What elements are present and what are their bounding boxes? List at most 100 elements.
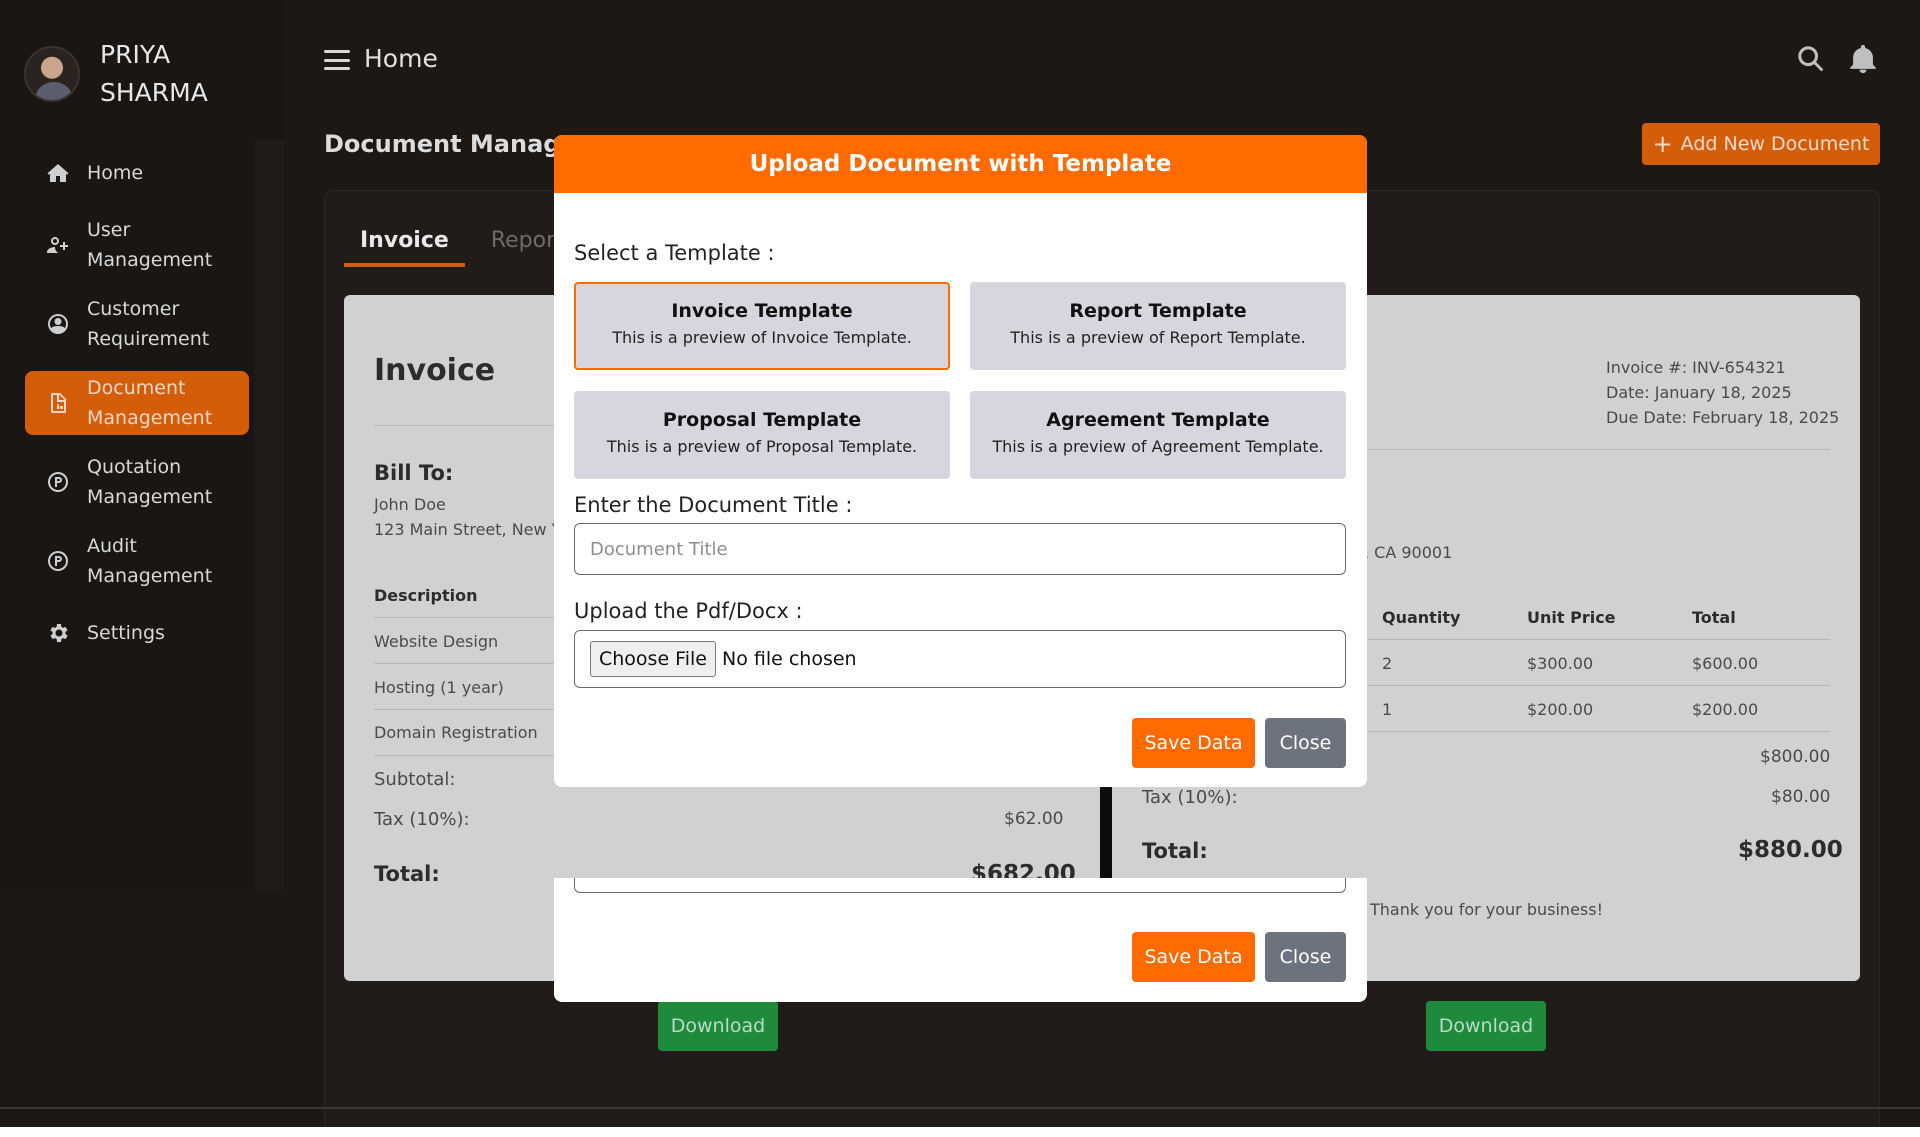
column-header-description: Description bbox=[374, 586, 478, 605]
audit-icon bbox=[45, 548, 71, 574]
template-name: Proposal Template bbox=[662, 409, 862, 431]
sidebar-item-customer-requirement[interactable]: Customer Requirement bbox=[25, 292, 249, 356]
table-row: Hosting (1 year) bbox=[374, 678, 504, 697]
user-first-name: PRIYA bbox=[100, 40, 171, 69]
upload-file-label: Upload the Pdf/Docx : bbox=[574, 599, 803, 623]
column-header-unit-price: Unit Price bbox=[1527, 608, 1616, 627]
select-template-label: Select a Template : bbox=[574, 241, 775, 265]
invoice-number: Invoice #: INV-654321 bbox=[1606, 358, 1786, 377]
sidebar-item-home[interactable]: Home bbox=[25, 148, 249, 198]
total-label: Total: bbox=[1142, 839, 1208, 863]
client-address-tail: , CA 90001 bbox=[1364, 543, 1453, 562]
gear-icon bbox=[45, 620, 71, 646]
table-row: Website Design bbox=[374, 632, 499, 651]
template-description: This is a preview of Invoice Template. bbox=[612, 328, 912, 347]
sidebar-scroll-strip bbox=[254, 140, 284, 890]
column-header-total: Total bbox=[1692, 608, 1736, 627]
template-description: This is a preview of Report Template. bbox=[1010, 328, 1306, 347]
quotation-icon bbox=[45, 469, 71, 495]
template-name: Agreement Template bbox=[1046, 409, 1270, 431]
template-name: Invoice Template bbox=[671, 300, 853, 322]
column-header-quantity: Quantity bbox=[1382, 608, 1461, 627]
thank-you-note: Thank you for your business! bbox=[1370, 900, 1603, 919]
user-last-name: SHARMA bbox=[100, 78, 208, 107]
sidebar-item-label: Quotation Management bbox=[87, 456, 213, 508]
tab-invoice[interactable]: Invoice bbox=[344, 228, 465, 267]
document-title-label: Enter the Document Title : bbox=[574, 493, 853, 517]
document-tabs: Invoice Report bbox=[344, 228, 590, 267]
preview-divider bbox=[1100, 770, 1112, 890]
bell-icon[interactable] bbox=[1846, 42, 1880, 76]
bottom-border bbox=[0, 1107, 1920, 1109]
hamburger-menu-icon[interactable] bbox=[324, 50, 350, 70]
document-icon bbox=[45, 390, 71, 416]
invoice-heading: Invoice bbox=[374, 353, 496, 388]
download-button-invoice-right[interactable]: Download bbox=[1426, 1001, 1546, 1051]
user-plus-icon bbox=[45, 232, 71, 258]
tax-label: Tax (10%): bbox=[374, 809, 470, 830]
sidebar-item-user-management[interactable]: User Management bbox=[25, 213, 249, 277]
table-cell-qty: 2 bbox=[1382, 654, 1393, 673]
choose-file-button[interactable]: Choose File bbox=[590, 641, 716, 677]
template-card-proposal[interactable]: Proposal Template This is a preview of P… bbox=[574, 391, 950, 479]
file-input-edge bbox=[574, 878, 1346, 893]
avatar bbox=[24, 46, 80, 102]
tax-label: Tax (10%): bbox=[1142, 787, 1238, 808]
sidebar: PRIYA SHARMA Home User Management Custom… bbox=[0, 0, 284, 890]
template-card-invoice[interactable]: Invoice Template This is a preview of In… bbox=[574, 282, 950, 370]
close-button[interactable]: Close bbox=[1265, 718, 1346, 768]
plus-icon: + bbox=[1652, 130, 1673, 158]
sidebar-item-label: Home bbox=[87, 162, 144, 184]
table-cell-total: $600.00 bbox=[1692, 654, 1759, 673]
template-description: This is a preview of Agreement Template. bbox=[992, 437, 1324, 456]
document-title-input[interactable] bbox=[574, 523, 1346, 575]
sidebar-item-label: Audit Management bbox=[87, 535, 213, 587]
sidebar-item-document-management[interactable]: Document Management bbox=[25, 371, 249, 435]
table-cell-unit-price: $200.00 bbox=[1527, 700, 1594, 719]
user-profile[interactable]: PRIYA SHARMA bbox=[24, 36, 240, 112]
close-button-secondary[interactable]: Close bbox=[1265, 932, 1346, 982]
sidebar-item-label: Customer Requirement bbox=[87, 298, 210, 350]
template-card-agreement[interactable]: Agreement Template This is a preview of … bbox=[970, 391, 1346, 479]
file-status-text: No file chosen bbox=[721, 648, 857, 670]
upload-modal-background-copy: Save Data Close bbox=[554, 878, 1367, 1002]
template-description: This is a preview of Proposal Template. bbox=[606, 437, 918, 456]
table-cell-unit-price: $300.00 bbox=[1527, 654, 1594, 673]
tax-value: $62.00 bbox=[1004, 809, 1064, 829]
table-cell-qty: 1 bbox=[1382, 700, 1393, 719]
total-label: Total: bbox=[374, 862, 440, 886]
upload-document-modal: Upload Document with Template Select a T… bbox=[554, 135, 1367, 787]
save-data-button[interactable]: Save Data bbox=[1132, 718, 1255, 768]
subtotal-label: Subtotal: bbox=[374, 769, 456, 790]
search-icon[interactable] bbox=[1794, 42, 1828, 76]
top-bar: Home bbox=[284, 0, 1920, 120]
modal-title: Upload Document with Template bbox=[554, 135, 1367, 193]
sidebar-item-quotation-management[interactable]: Quotation Management bbox=[25, 450, 249, 514]
sidebar-nav: Home User Management Customer Requirement … bbox=[25, 148, 249, 673]
sidebar-item-label: Settings bbox=[87, 622, 165, 644]
topbar-title: Home bbox=[364, 44, 438, 73]
subtotal-value: $800.00 bbox=[1760, 747, 1831, 767]
client-name: John Doe bbox=[374, 495, 446, 514]
customer-icon bbox=[45, 311, 71, 337]
tax-value: $80.00 bbox=[1771, 787, 1831, 807]
invoice-meta: Invoice #: INV-654321 Date: January 18, … bbox=[1606, 355, 1839, 430]
app-window: PRIYA SHARMA Home User Management Custom… bbox=[0, 0, 1920, 1127]
sidebar-item-label: Document Management bbox=[87, 377, 213, 429]
table-row: Domain Registration bbox=[374, 723, 538, 742]
invoice-due-date: Due Date: February 18, 2025 bbox=[1606, 408, 1840, 427]
add-new-document-button[interactable]: + Add New Document bbox=[1642, 123, 1880, 165]
home-icon bbox=[45, 160, 71, 186]
sidebar-item-settings[interactable]: Settings bbox=[25, 608, 249, 658]
sidebar-item-label: User Management bbox=[87, 219, 213, 271]
user-name: PRIYA SHARMA bbox=[100, 36, 240, 112]
sidebar-item-audit-management[interactable]: Audit Management bbox=[25, 529, 249, 593]
bill-to-label: Bill To: bbox=[374, 461, 454, 485]
template-card-report[interactable]: Report Template This is a preview of Rep… bbox=[970, 282, 1346, 370]
table-cell-total: $200.00 bbox=[1692, 700, 1759, 719]
file-upload-input[interactable]: Choose File No file chosen bbox=[574, 630, 1346, 688]
invoice-date: Date: January 18, 2025 bbox=[1606, 383, 1792, 402]
download-button-invoice-left[interactable]: Download bbox=[658, 1001, 778, 1051]
save-data-button-secondary[interactable]: Save Data bbox=[1132, 932, 1255, 982]
template-name: Report Template bbox=[1069, 300, 1247, 322]
